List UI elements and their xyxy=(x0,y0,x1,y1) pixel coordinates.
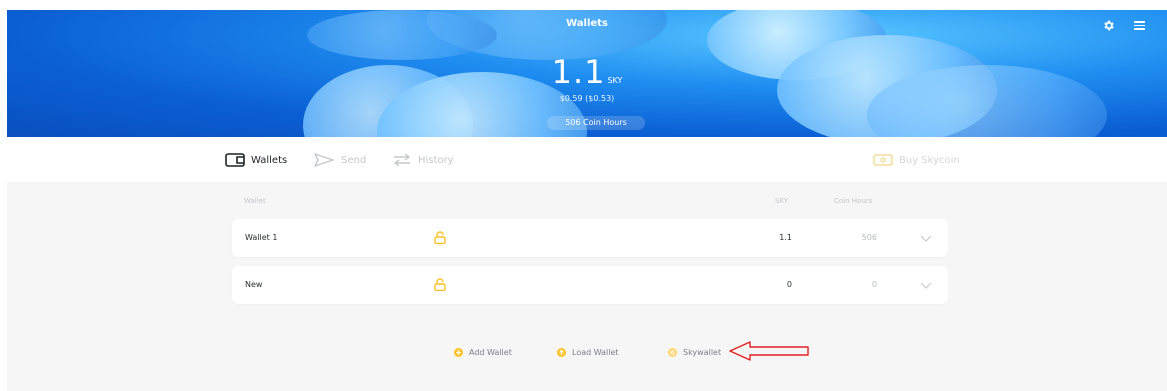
wallet-name: New xyxy=(245,280,263,289)
wallet-coin-hours: 506 xyxy=(861,233,877,242)
wallet-row[interactable]: New 0 0 xyxy=(232,266,948,304)
wallet-sky-balance: 1.1 xyxy=(779,233,792,242)
chevron-down-icon[interactable] xyxy=(920,282,932,289)
column-header-sky: SKY xyxy=(775,197,789,205)
coin-hours-badge: 506 Coin Hours xyxy=(547,116,645,130)
add-wallet-label: Add Wallet xyxy=(469,348,512,357)
tab-history-label: History xyxy=(418,154,454,166)
tab-history[interactable]: History xyxy=(392,152,454,168)
column-header-wallet: Wallet xyxy=(244,197,266,205)
lock-icon[interactable] xyxy=(434,278,446,291)
wallet-name: Wallet 1 xyxy=(245,233,278,242)
wallet-row[interactable]: Wallet 1 1.1 506 xyxy=(232,219,948,257)
load-wallet-label: Load Wallet xyxy=(572,348,619,357)
wallet-sky-balance: 0 xyxy=(786,280,792,289)
header-banner: Wallets 1.1 SKY $0.59 ($0.53) 506 Coin Ho… xyxy=(7,10,1167,137)
column-header-coin-hours: Coin Hours xyxy=(834,197,873,205)
send-icon xyxy=(314,153,334,167)
chevron-down-icon[interactable] xyxy=(920,235,932,242)
buy-skycoin-label: Buy Skycoin xyxy=(899,154,960,166)
history-icon xyxy=(393,153,411,167)
page-title: Wallets xyxy=(566,18,608,29)
load-wallet-button[interactable]: Load Wallet xyxy=(557,348,619,357)
balance-unit: SKY xyxy=(607,76,623,85)
plus-icon xyxy=(454,348,463,357)
add-wallet-button[interactable]: Add Wallet xyxy=(454,348,512,357)
lock-icon[interactable] xyxy=(434,231,446,244)
wallet-icon xyxy=(225,153,245,167)
buy-skycoin-button[interactable]: Buy Skycoin xyxy=(873,152,960,168)
menu-icon[interactable] xyxy=(1134,21,1145,30)
upload-icon xyxy=(557,348,566,357)
balance-amount: 1.1 xyxy=(551,53,606,91)
skywallet-label: Skywallet xyxy=(683,348,722,357)
gear-icon[interactable] xyxy=(1102,19,1115,32)
hardware-wallet-icon xyxy=(668,348,677,357)
tab-wallets-label: Wallets xyxy=(251,154,288,166)
tab-wallets[interactable]: Wallets xyxy=(225,152,287,168)
fiat-balance: $0.59 ($0.53) xyxy=(559,94,615,103)
total-balance: 1.1 SKY xyxy=(7,53,1167,91)
wallet-coin-hours: 0 xyxy=(871,280,877,289)
tab-bar xyxy=(7,137,1167,183)
annotation-arrow xyxy=(729,341,809,361)
skywallet-button[interactable]: Skywallet xyxy=(668,348,721,357)
card-icon xyxy=(873,154,893,166)
tab-send-label: Send xyxy=(341,154,367,166)
tab-send[interactable]: Send xyxy=(313,152,366,168)
